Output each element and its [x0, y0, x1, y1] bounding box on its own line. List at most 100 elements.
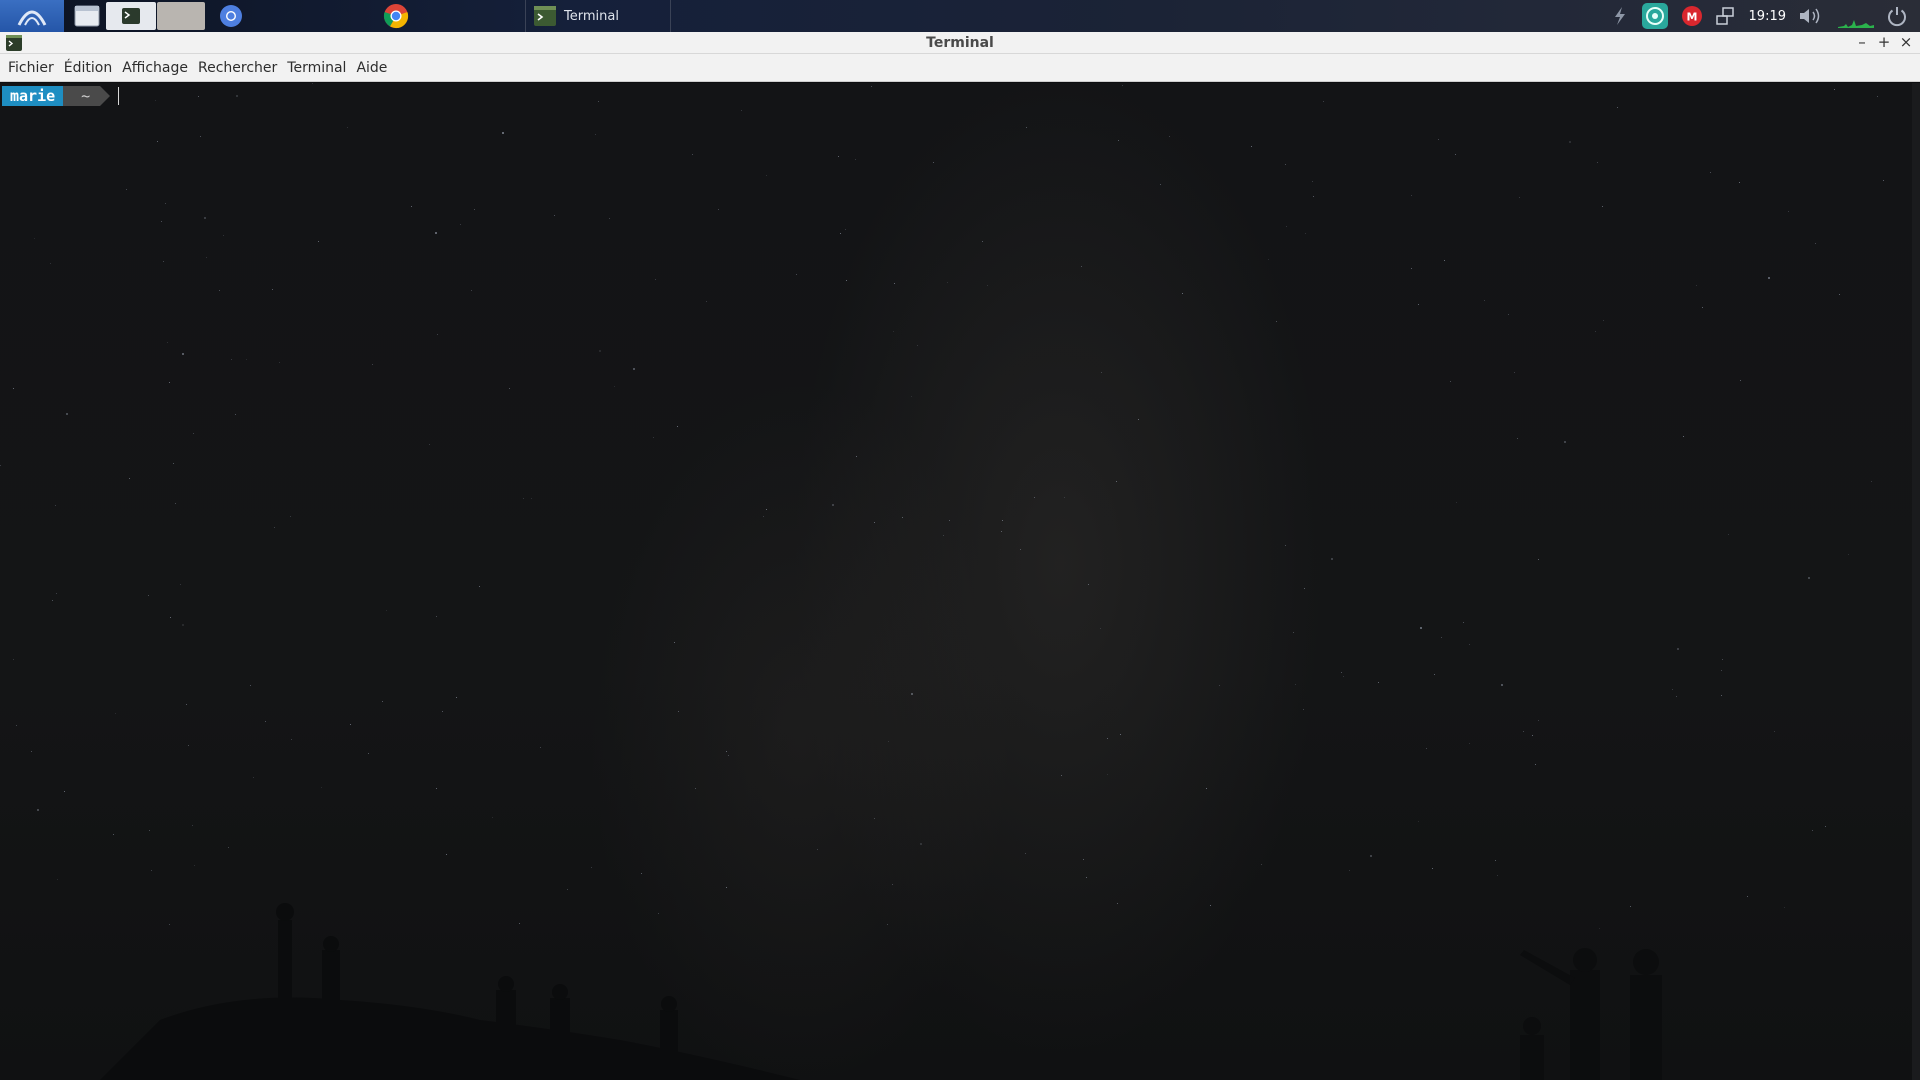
star-dot	[1438, 139, 1439, 140]
star-dot	[386, 610, 387, 611]
star-dot	[911, 396, 912, 397]
scrollbar[interactable]	[1912, 83, 1920, 1080]
star-dot	[126, 189, 127, 190]
star-dot	[1432, 868, 1433, 869]
terminal-content[interactable]: marie ~	[0, 83, 1920, 1080]
star-dot	[246, 359, 247, 360]
star-dot	[1086, 877, 1087, 878]
star-dot	[1219, 685, 1220, 686]
star-dot	[1411, 268, 1412, 269]
star-dot	[231, 359, 232, 360]
star-dot	[253, 777, 254, 778]
star-dot	[766, 175, 767, 176]
star-dot	[614, 386, 615, 387]
star-dot	[272, 289, 273, 290]
close-button[interactable]: ×	[1898, 33, 1914, 51]
svg-text:M: M	[1686, 11, 1697, 24]
star-dot	[1117, 903, 1118, 904]
star-dot	[1323, 101, 1324, 102]
star-dot	[151, 870, 152, 871]
lightning-icon[interactable]	[1611, 6, 1629, 26]
star-dot	[653, 437, 654, 438]
star-dot	[599, 350, 601, 352]
star-dot	[1107, 738, 1108, 739]
app-launcher-button[interactable]	[0, 0, 64, 32]
star-dot	[1411, 195, 1412, 196]
star-dot	[182, 353, 184, 355]
star-dot	[161, 221, 162, 222]
clock[interactable]: 19:19	[1749, 9, 1786, 24]
star-dot	[911, 693, 913, 695]
star-dot	[182, 624, 184, 626]
star-dot	[1702, 307, 1703, 308]
star-dot	[1116, 481, 1117, 482]
star-dot	[372, 364, 373, 365]
blank-launcher[interactable]	[157, 2, 205, 30]
menu-bar: Fichier Édition Affichage Rechercher Ter…	[0, 54, 1920, 82]
star-dot	[180, 584, 181, 585]
maximize-button[interactable]: +	[1876, 33, 1892, 51]
menu-fichier[interactable]: Fichier	[3, 60, 59, 76]
star-dot	[1305, 233, 1306, 234]
star-dot	[1001, 531, 1002, 532]
star-dot	[200, 136, 201, 137]
star-dot	[1343, 676, 1344, 677]
power-icon[interactable]	[1886, 5, 1908, 27]
star-dot	[157, 141, 158, 142]
minimize-button[interactable]: –	[1854, 33, 1870, 51]
star-dot	[674, 642, 675, 643]
star-dot	[1378, 682, 1379, 683]
mega-icon[interactable]: M	[1681, 5, 1703, 27]
menu-terminal[interactable]: Terminal	[282, 60, 351, 76]
file-manager-launcher[interactable]	[72, 2, 102, 30]
chromium-icon	[220, 5, 242, 27]
star-dot	[1206, 788, 1207, 789]
star-dot	[1295, 684, 1296, 685]
star-dot	[1304, 588, 1305, 589]
network-icon[interactable]	[1715, 6, 1737, 26]
star-dot	[1676, 696, 1677, 697]
star-dot	[228, 847, 229, 848]
star-dot	[129, 478, 130, 479]
star-dot	[763, 516, 764, 517]
star-dot	[1599, 928, 1600, 929]
star-dot	[1420, 627, 1422, 629]
star-dot	[1722, 659, 1723, 660]
star-dot	[1595, 331, 1596, 332]
star-dot	[641, 873, 642, 874]
task-label: Terminal	[564, 8, 619, 24]
task-chrome[interactable]	[375, 0, 515, 32]
star-dot	[949, 520, 950, 521]
star-dot	[695, 788, 696, 789]
star-dot	[436, 616, 437, 617]
star-dot	[1728, 534, 1729, 535]
star-dot	[1370, 855, 1372, 857]
menu-affichage[interactable]: Affichage	[117, 60, 193, 76]
menu-rechercher[interactable]: Rechercher	[193, 60, 282, 76]
star-dot	[1463, 622, 1464, 623]
vpn-icon[interactable]	[1641, 2, 1669, 30]
star-dot	[1122, 85, 1123, 86]
title-bar[interactable]: Terminal – + ×	[0, 32, 1920, 54]
star-dot	[1169, 136, 1170, 137]
star-dot	[223, 235, 224, 236]
star-dot	[1426, 748, 1427, 749]
menu-edition[interactable]: Édition	[59, 60, 117, 76]
text-cursor	[118, 87, 120, 105]
star-dot	[265, 721, 266, 722]
menu-aide[interactable]: Aide	[351, 60, 392, 76]
top-panel: Terminal M 19:19	[0, 0, 1920, 32]
star-dot	[149, 830, 150, 831]
task-terminal[interactable]: Terminal	[525, 0, 671, 32]
star-dot	[1469, 644, 1470, 645]
star-dot	[1100, 628, 1101, 629]
star-dot	[1788, 211, 1789, 212]
star-dot	[987, 285, 988, 286]
star-dot	[321, 787, 322, 788]
terminal-launcher[interactable]	[106, 2, 156, 30]
volume-icon[interactable]	[1798, 6, 1826, 26]
cpu-graph-icon[interactable]	[1838, 4, 1874, 28]
star-dot	[1456, 502, 1457, 503]
task-chromium[interactable]	[211, 0, 369, 32]
star-dot	[509, 388, 510, 389]
